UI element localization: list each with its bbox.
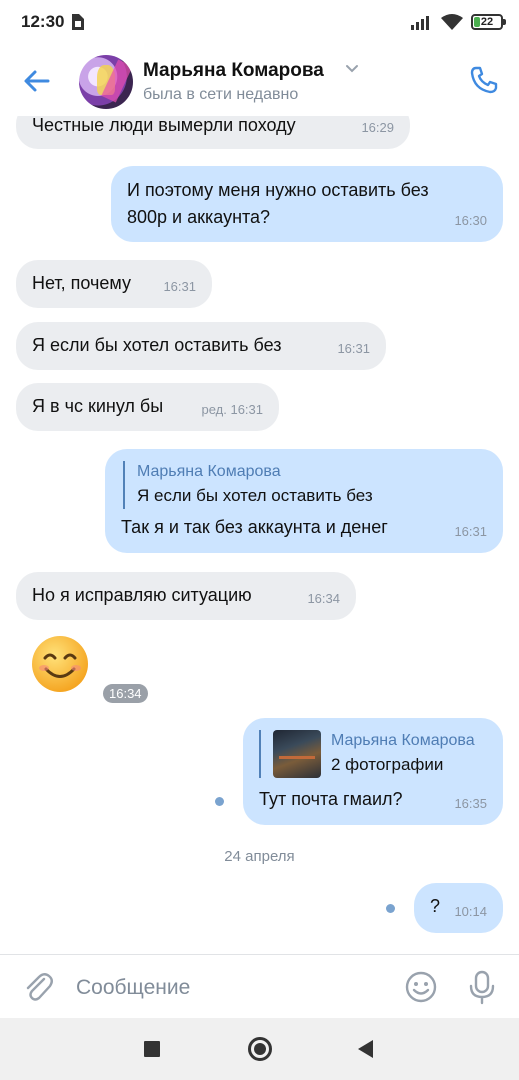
message-outgoing[interactable]: И поэтому меня нужно оставить без 800р и…: [111, 166, 503, 242]
message-list[interactable]: Честные люди вымерли походу 16:29 И поэт…: [0, 116, 519, 954]
battery-percent: 22: [480, 16, 494, 28]
avatar[interactable]: [79, 55, 133, 109]
reply-quote[interactable]: Марьяна Комарова 2 фотографии: [259, 730, 487, 778]
message-outgoing[interactable]: Марьяна Комарова 2 фотографии Тут почта …: [243, 718, 503, 825]
reply-quote[interactable]: Марьяна Комарова Я если бы хотел оставит…: [123, 461, 487, 509]
message-incoming[interactable]: Я если бы хотел оставить без 16:31: [16, 322, 386, 370]
message-text: Но я исправляю ситуацию: [32, 585, 252, 605]
recents-icon[interactable]: [144, 1041, 160, 1057]
message-text: Тут почта гмаил?: [259, 789, 403, 809]
message-text: ?: [430, 896, 441, 916]
emoji-icon[interactable]: [404, 970, 438, 1004]
reply-author: Марьяна Комарова: [331, 732, 475, 749]
unread-indicator: [215, 797, 224, 806]
status-bar: 12:30 22: [0, 0, 519, 46]
signal-icon: [411, 16, 429, 30]
message-time: 16:30: [454, 213, 487, 228]
message-time: 16:31: [163, 279, 196, 294]
home-icon[interactable]: [248, 1037, 272, 1061]
status-time: 12:30: [21, 12, 65, 31]
message-outgoing[interactable]: ? 10:14: [414, 883, 503, 933]
message-input[interactable]: [76, 973, 376, 1003]
chat-header: Марьяна Комарова была в сети недавно: [0, 46, 519, 116]
sim-icon: [72, 14, 84, 30]
contact-name[interactable]: Марьяна Комарова: [143, 60, 324, 82]
unread-indicator: [386, 904, 395, 913]
message-time-edited: ред. 16:31: [201, 402, 263, 417]
message-time: 16:34: [307, 591, 340, 606]
smiling-face-emoji-icon[interactable]: [30, 634, 90, 694]
message-incoming[interactable]: Честные люди вымерли походу 16:29: [16, 116, 410, 149]
system-nav-bar: [0, 1018, 519, 1080]
message-time: 10:14: [454, 904, 487, 919]
reply-text: Я если бы хотел оставить без: [137, 486, 373, 505]
date-separator: 24 апреля: [224, 848, 295, 865]
message-text: Я в чс кинул бы: [32, 396, 164, 416]
photo-thumbnail: [273, 730, 321, 778]
battery-icon: 22: [471, 14, 506, 30]
reply-text: 2 фотографии: [331, 755, 444, 774]
message-incoming[interactable]: Нет, почему 16:31: [16, 260, 212, 308]
message-incoming[interactable]: Я в чс кинул бы ред. 16:31: [16, 383, 279, 431]
message-time: 16:29: [361, 120, 394, 135]
reply-author: Марьяна Комарова: [137, 463, 281, 480]
nav-back-icon[interactable]: [356, 1039, 374, 1059]
paperclip-icon[interactable]: [22, 970, 54, 1004]
message-time: 16:31: [454, 524, 487, 539]
message-incoming[interactable]: Но я исправляю ситуацию 16:34: [16, 572, 356, 620]
phone-icon[interactable]: [468, 64, 500, 96]
message-outgoing[interactable]: Марьяна Комарова Я если бы хотел оставит…: [105, 449, 503, 553]
message-text: Так я и так без аккаунта и денег: [121, 517, 388, 537]
message-text: Нет, почему: [32, 273, 131, 293]
message-time: 16:34: [103, 684, 148, 703]
chevron-down-icon[interactable]: [345, 64, 359, 74]
message-time: 16:31: [337, 341, 370, 356]
microphone-icon[interactable]: [466, 969, 498, 1005]
wifi-icon: [441, 14, 463, 30]
message-composer: [0, 954, 519, 1018]
message-text-line: И поэтому меня нужно оставить без: [127, 180, 429, 200]
contact-status: была в сети недавно: [143, 86, 299, 103]
message-text: Я если бы хотел оставить без: [32, 335, 282, 355]
message-text-line: 800р и аккаунта?: [127, 207, 271, 227]
back-arrow-icon[interactable]: [22, 66, 52, 96]
message-time: 16:35: [454, 796, 487, 811]
message-text: Честные люди вымерли походу: [32, 116, 296, 135]
